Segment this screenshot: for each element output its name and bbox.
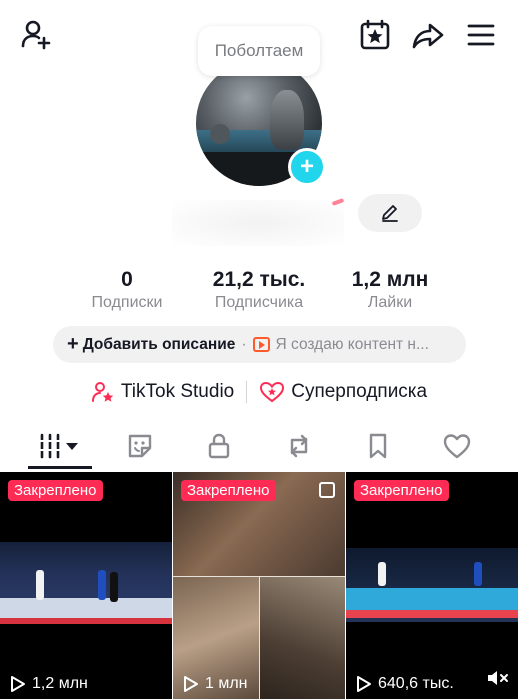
stat-value: 21,2 тыс.: [212, 268, 306, 291]
content-tabs: [0, 422, 518, 470]
thumb-banner: [346, 610, 518, 618]
tools-divider: [246, 381, 248, 403]
thumb-banner: [0, 618, 172, 624]
person-star-icon: [91, 382, 114, 402]
stat-likes[interactable]: 1,2 млн Лайки: [338, 268, 442, 312]
thumb-athlete: [378, 562, 386, 586]
active-tab-indicator: [28, 466, 92, 469]
avatar-left-figure: [210, 124, 230, 144]
view-count: 1 млн: [183, 675, 248, 693]
stat-followers[interactable]: 21,2 тыс. Подписчика: [200, 268, 318, 312]
add-description-label: Добавить описание: [82, 335, 236, 353]
stat-value: 1,2 млн: [351, 268, 429, 291]
chat-bubble[interactable]: Поболтаем: [198, 26, 320, 76]
view-count: 640,6 тыс.: [356, 675, 454, 693]
tab-liked[interactable]: [417, 422, 497, 470]
pinned-badge: Закреплено: [354, 480, 449, 501]
videos-grid-icon: [39, 433, 78, 459]
thumb-divider: [173, 576, 345, 577]
creator-tools: TikTok Studio Суперподписка: [0, 374, 518, 410]
video-grid: Закреплено 1,2 млн Закреплено 1 млн Закр…: [0, 472, 518, 699]
thumb-panel: [259, 576, 345, 699]
add-friend-button[interactable]: [17, 16, 55, 54]
repost-icon: [290, 434, 308, 458]
view-count-text: 640,6 тыс.: [378, 675, 454, 692]
heart-icon: [443, 434, 471, 459]
multi-image-icon: [319, 482, 335, 498]
thumb-athlete: [36, 570, 44, 600]
stat-value: 0: [121, 268, 133, 291]
speaker-muted-icon: [488, 671, 508, 685]
stat-label: Подписчика: [214, 294, 304, 311]
creator-play-icon: [252, 337, 270, 352]
hamburger-menu-icon: [467, 24, 495, 46]
thumb-mat: [346, 588, 518, 610]
tab-favorites[interactable]: [338, 422, 418, 470]
plus-icon: +: [67, 333, 79, 355]
calendar-button[interactable]: [356, 16, 394, 54]
view-count: 1,2 млн: [10, 675, 88, 693]
thumb-referee: [110, 572, 118, 602]
thumb-athlete: [98, 570, 106, 600]
stat-label: Лайки: [367, 294, 413, 311]
video-tile[interactable]: Закреплено 1,2 млн: [0, 472, 172, 699]
play-icon: [357, 676, 371, 692]
add-description-bar[interactable]: + Добавить описание · Я создаю контент н…: [53, 326, 466, 363]
tab-videos[interactable]: [20, 422, 100, 470]
thumb-mat: [0, 598, 172, 618]
tiktok-studio-link[interactable]: TikTok Studio: [91, 380, 234, 404]
video-tile[interactable]: Закреплено 1 млн: [173, 472, 345, 699]
stat-label: Подписки: [91, 294, 163, 311]
person-plus-icon: [21, 20, 51, 50]
add-avatar-button[interactable]: +: [288, 148, 326, 186]
play-icon: [184, 676, 198, 692]
super-subscription-link[interactable]: Суперподписка: [259, 380, 427, 404]
view-count-text: 1 млн: [205, 675, 248, 692]
video-thumbnail: [346, 548, 518, 622]
super-subscription-label: Суперподписка: [291, 381, 428, 402]
share-arrow-icon: [412, 23, 444, 49]
creator-text: Я создаю контент н...: [275, 335, 429, 353]
menu-button[interactable]: [462, 16, 500, 54]
heart-star-icon: [260, 381, 285, 403]
profile-stats: 0 Подписки 21,2 тыс. Подписчика 1,2 млн …: [60, 268, 470, 316]
avatar-figure: [270, 90, 304, 150]
tab-private[interactable]: [179, 422, 259, 470]
thumb-divider: [259, 576, 260, 699]
play-icon: [11, 676, 25, 692]
sticker-face-icon: [128, 434, 152, 458]
share-button[interactable]: [409, 16, 447, 54]
separator-dot: ·: [241, 335, 247, 353]
pinned-badge: Закреплено: [181, 480, 276, 501]
lock-icon: [208, 433, 230, 459]
tab-stickers[interactable]: [100, 422, 180, 470]
video-tile[interactable]: Закреплено 640,6 тыс.: [346, 472, 518, 699]
pinned-badge: Закреплено: [8, 480, 103, 501]
mute-button[interactable]: [486, 668, 510, 693]
edit-profile-button[interactable]: [358, 194, 422, 232]
calendar-star-icon: [360, 19, 390, 50]
pencil-icon: [382, 205, 398, 222]
stat-following[interactable]: 0 Подписки: [74, 268, 180, 312]
name-spark: [331, 198, 345, 206]
tab-reposts[interactable]: [259, 422, 339, 470]
tiktok-studio-label: TikTok Studio: [120, 381, 235, 402]
view-count-text: 1,2 млн: [32, 675, 88, 692]
thumb-athlete: [474, 562, 482, 586]
bookmark-icon: [369, 433, 387, 459]
video-thumbnail: [0, 542, 172, 624]
username-blurred: [172, 198, 345, 246]
